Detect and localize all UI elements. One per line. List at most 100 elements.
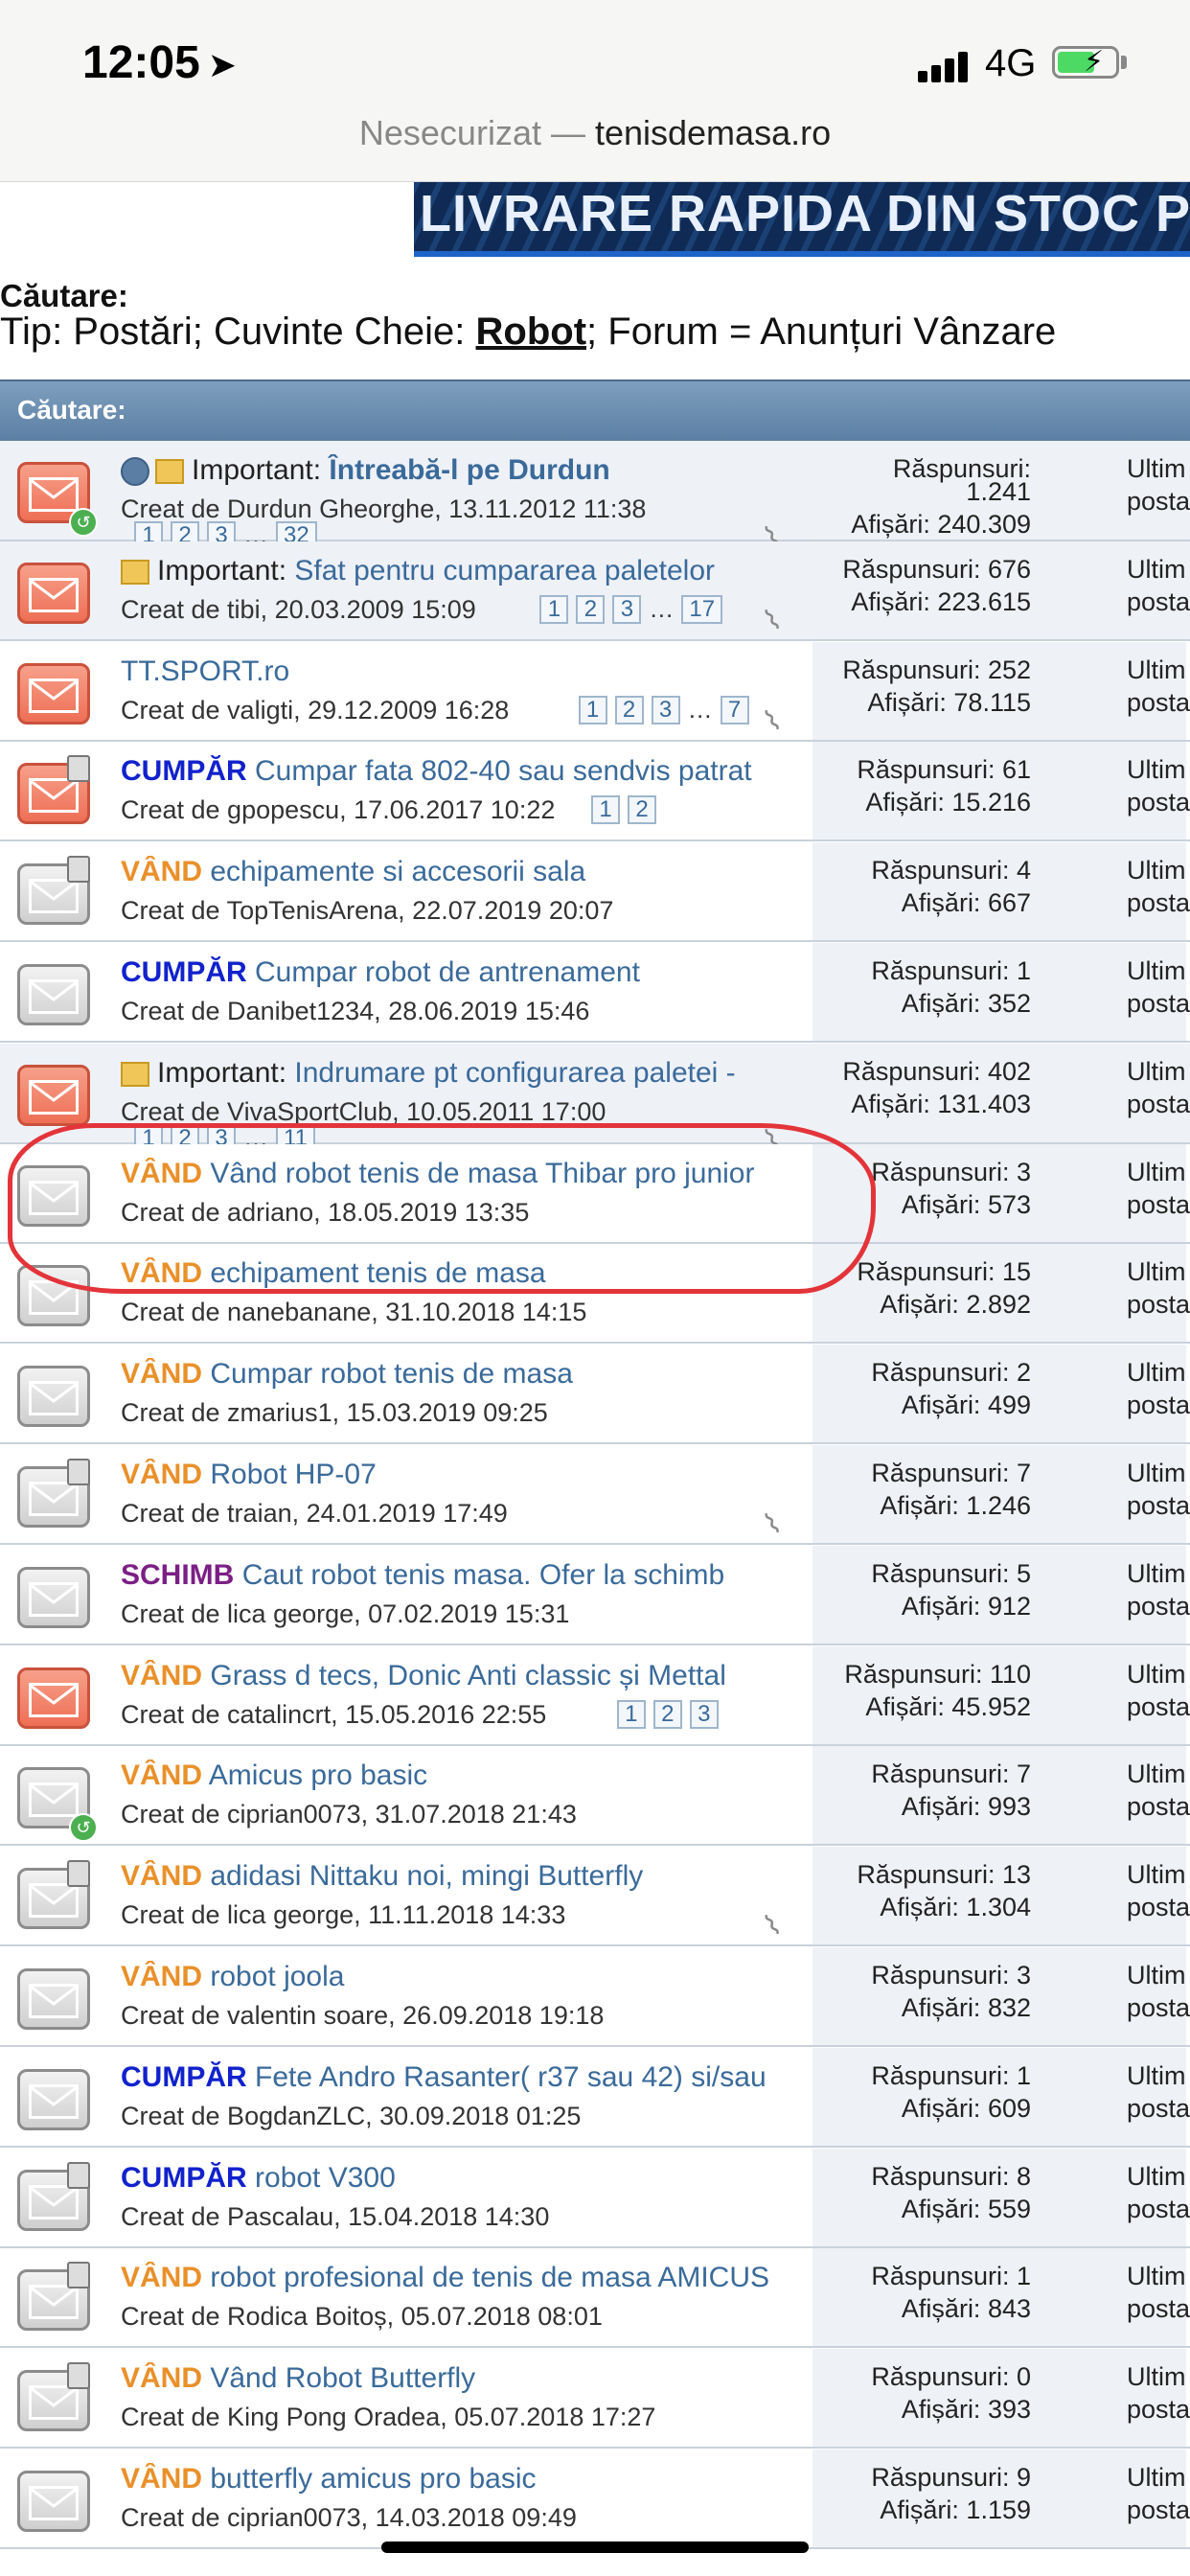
topic-creator: Creat de Pascalau, 15.04.2018 14:30 <box>121 2201 550 2231</box>
topic-link[interactable]: Sfat pentru cumpararea paletelor <box>294 555 715 586</box>
page-link[interactable]: 3 <box>612 594 642 624</box>
topic-link[interactable]: butterfly amicus pro basic <box>210 2463 536 2495</box>
table-row[interactable]: TT.SPORT.ro Creat de valigti, 29.12.2009 … <box>0 641 1190 742</box>
topic-link[interactable]: Cumpar robot tenis de masa <box>210 1358 573 1390</box>
topic-title[interactable]: Important: Indrumare pt configurarea pal… <box>121 1057 811 1090</box>
topic-title[interactable]: CUMPĂR Fete Andro Rasanter( r37 sau 42) … <box>121 2061 811 2094</box>
table-row[interactable]: Important: Indrumare pt configurarea pal… <box>0 1043 1190 1157</box>
address-bar[interactable]: Nesecurizat — tenisdemasa.ro <box>0 113 1190 153</box>
page-link[interactable]: 2 <box>576 594 606 624</box>
topic-link[interactable]: adidasi Nittaku noi, mingi Butterfly <box>210 1860 643 1892</box>
page-link[interactable]: 1 <box>616 1699 646 1729</box>
topic-title[interactable]: VÂND butterfly amicus pro basic <box>121 2463 811 2496</box>
table-row[interactable]: VÂND Cumpar robot tenis de masa Creat de … <box>0 1345 1190 1445</box>
topic-link[interactable]: robot V300 <box>255 2162 396 2194</box>
topic-link[interactable]: echipament tenis de masa <box>210 1257 545 1289</box>
table-row[interactable]: VÂND robot joola Creat de valentin soare,… <box>0 1947 1190 2047</box>
new-post-icon[interactable]: ↺ <box>69 1813 98 1843</box>
table-row[interactable]: VÂND echipamente si accesorii sala Creat … <box>0 842 1190 943</box>
topic-link[interactable]: Vând robot tenis de masa Thibar pro juni… <box>210 1158 754 1189</box>
search-criteria: Tip: Postări; Cuvinte Cheie: Robot; Foru… <box>0 310 1057 353</box>
lock-icon <box>67 2161 90 2189</box>
table-row[interactable]: VÂND robot profesional de tenis de masa … <box>0 2248 1190 2349</box>
table-row[interactable]: ↺ Important: Întreabă-l pe Durdun Creat de… <box>0 441 1190 555</box>
topic-title[interactable]: VÂND Vând robot tenis de masa Thibar pro… <box>121 1158 811 1190</box>
attachment-icon: ⌇ <box>759 703 788 739</box>
view-count: Afișări: 15.216 <box>865 788 1031 817</box>
last-post-label-2: posta <box>1127 487 1190 516</box>
topic-link[interactable]: Cumpar fata 802-40 sau sendvis patrat <box>255 755 752 787</box>
topic-title[interactable]: VÂND robot profesional de tenis de masa … <box>121 2262 811 2294</box>
page-link[interactable]: 1 <box>578 695 607 724</box>
last-post-label: Ultim <box>1127 956 1186 985</box>
topic-title[interactable]: VÂND Grass d tecs, Donic Anti classic și… <box>121 1660 811 1692</box>
topic-title[interactable]: VÂND Robot HP-07 <box>121 1459 811 1491</box>
table-row[interactable]: CUMPĂR Cumpar robot de antrenament Creat … <box>0 943 1190 1043</box>
table-row[interactable]: CUMPĂR robot V300 Creat de Pascalau, 15.0… <box>0 2148 1190 2248</box>
topic-title[interactable]: VÂND Vând Robot Butterfly <box>121 2362 811 2395</box>
table-row[interactable]: VÂND adidasi Nittaku noi, mingi Butterfl… <box>0 1847 1190 1947</box>
topic-status-icon <box>17 755 92 826</box>
topic-title[interactable]: VÂND echipament tenis de masa <box>121 1257 811 1290</box>
page-link[interactable]: 1 <box>591 795 620 825</box>
topic-link[interactable]: Caut robot tenis masa. Ofer la schimb <box>242 1559 725 1591</box>
topic-title[interactable]: VÂND robot joola <box>121 1961 811 1993</box>
table-row[interactable]: VÂND Grass d tecs, Donic Anti classic și… <box>0 1645 1190 1746</box>
topic-link[interactable]: Indrumare pt configurarea paletei - <box>294 1057 735 1089</box>
topic-link[interactable]: Vând Robot Butterfly <box>210 2362 475 2394</box>
topic-title[interactable]: VÂND Cumpar robot tenis de masa <box>121 1358 811 1391</box>
topic-title[interactable]: VÂND Amicus pro basic <box>121 1760 811 1792</box>
page-link[interactable]: 3 <box>651 695 680 724</box>
topic-link[interactable]: Amicus pro basic <box>209 1760 427 1791</box>
table-row[interactable]: VÂND Vând Robot Butterfly Creat de King P… <box>0 2349 1190 2450</box>
lock-icon <box>67 2262 90 2289</box>
topic-title[interactable]: CUMPĂR robot V300 <box>121 2162 811 2195</box>
topic-title[interactable]: VÂND echipamente si accesorii sala <box>121 856 811 888</box>
topic-creator: Creat de valentin soare, 26.09.2018 19:1… <box>121 2001 605 2030</box>
topic-link[interactable]: Fete Andro Rasanter( r37 sau 42) si/sau <box>255 2061 767 2093</box>
page-link[interactable]: 17 <box>681 594 723 624</box>
topic-title[interactable]: CUMPĂR Cumpar fata 802-40 sau sendvis pa… <box>121 755 811 788</box>
topic-prefix: VÂND <box>121 1760 203 1792</box>
page-link[interactable]: 2 <box>614 695 644 724</box>
topic-link[interactable]: TT.SPORT.ro <box>121 656 289 687</box>
topic-title[interactable]: SCHIMB Caut robot tenis masa. Ofer la sc… <box>121 1559 811 1592</box>
page-link[interactable]: 3 <box>689 1699 719 1729</box>
page-link[interactable]: 1 <box>539 594 569 624</box>
page-link[interactable]: 2 <box>652 1699 682 1729</box>
topic-title[interactable]: TT.SPORT.ro <box>121 656 811 688</box>
table-row[interactable]: CUMPĂR Cumpar fata 802-40 sau sendvis pa… <box>0 742 1190 842</box>
pagination: 1 2 3… 17 <box>539 594 723 624</box>
page-link[interactable]: 7 <box>720 695 749 724</box>
topic-link[interactable]: Întreabă-l pe Durdun <box>329 454 609 486</box>
topic-link[interactable]: Grass d tecs, Donic Anti classic și Mett… <box>210 1660 726 1691</box>
last-post-label: Ultim <box>1127 1257 1186 1287</box>
table-row[interactable]: ↺ VÂND Amicus pro basic Creat de ciprian00… <box>0 1746 1190 1847</box>
table-row[interactable]: VÂND Vând robot tenis de masa Thibar pro… <box>0 1143 1190 1244</box>
topic-link[interactable]: robot profesional de tenis de masa AMICU… <box>210 2262 769 2293</box>
topic-link[interactable]: Robot HP-07 <box>210 1459 376 1490</box>
topic-prefix: VÂND <box>121 1860 203 1893</box>
table-row[interactable]: CUMPĂR Fete Andro Rasanter( r37 sau 42) … <box>0 2047 1190 2148</box>
ad-banner[interactable]: LIVRARE RAPIDA DIN STOC PR <box>414 182 1190 257</box>
table-row[interactable]: VÂND echipament tenis de masa Creat de na… <box>0 1244 1190 1345</box>
topic-title[interactable]: CUMPĂR Cumpar robot de antrenament <box>121 956 811 989</box>
table-row[interactable]: SCHIMB Caut robot tenis masa. Ofer la sc… <box>0 1545 1190 1645</box>
topic-link[interactable]: robot joola <box>210 1961 344 1992</box>
view-count: Afișări: 352 <box>901 989 1031 1018</box>
topic-link[interactable]: echipamente si accesorii sala <box>210 856 585 887</box>
topic-title[interactable]: Important: Sfat pentru cumpararea palete… <box>121 555 811 587</box>
topic-title[interactable]: Important: Întreabă-l pe Durdun <box>121 454 811 487</box>
topic-status-icon: ↺ <box>17 1760 98 1843</box>
table-row[interactable]: Important: Sfat pentru cumpararea palete… <box>0 540 1190 641</box>
new-post-icon[interactable]: ↺ <box>69 508 98 537</box>
pagination: 12 <box>591 795 656 825</box>
last-post-label-2: posta <box>1127 2194 1190 2223</box>
topic-title[interactable]: VÂND adidasi Nittaku noi, mingi Butterfl… <box>121 1860 811 1893</box>
view-count: Afișări: 832 <box>901 1993 1031 2022</box>
topic-prefix: VÂND <box>121 1961 203 1992</box>
table-row[interactable]: VÂND butterfly amicus pro basic Creat de … <box>0 2450 1190 2549</box>
table-row[interactable]: VÂND Robot HP-07 Creat de traian, 24.01.2… <box>0 1445 1190 1545</box>
topic-link[interactable]: Cumpar robot de antrenament <box>255 956 640 988</box>
page-link[interactable]: 2 <box>628 795 656 825</box>
